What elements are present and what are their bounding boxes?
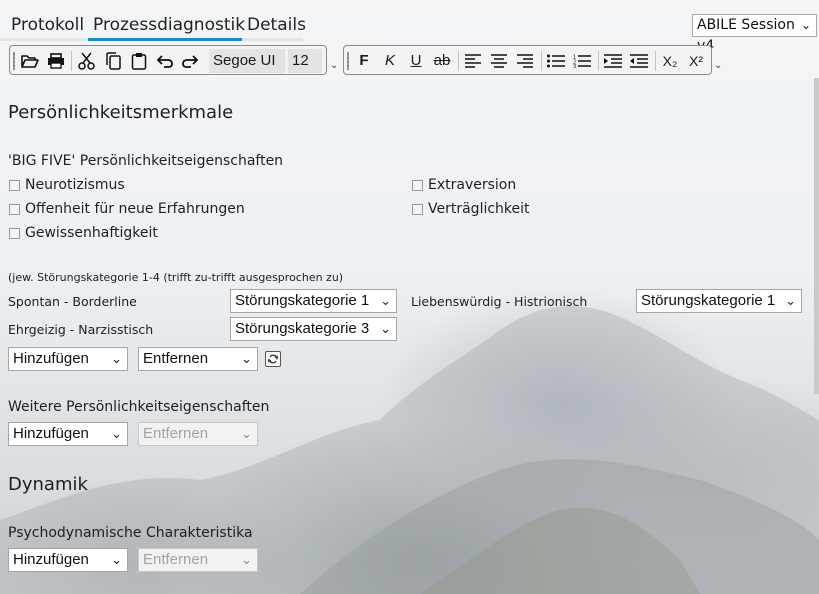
chevron-down-icon: ⌄	[241, 552, 252, 567]
checkbox-label: Gewissenhaftigkeit	[25, 225, 158, 241]
chevron-down-icon: ⌄	[111, 426, 122, 441]
bold-button[interactable]: F	[353, 50, 375, 72]
checkbox-vertraeglichkeit[interactable]	[412, 204, 423, 215]
select-value: Entfernen	[143, 551, 209, 568]
tab-underline-active	[88, 38, 242, 41]
chevron-down-icon: ⌄	[111, 552, 122, 567]
checkbox-label: Neurotizismus	[25, 177, 125, 193]
copy-icon[interactable]	[102, 50, 124, 72]
toolbar-separator	[458, 51, 459, 71]
big-five-label: 'BIG FIVE' Persönlichkeitseigenschaften	[8, 153, 284, 169]
tab-prozessdiagnostik[interactable]: Prozessdiagnostik	[93, 15, 245, 35]
toolbar-overflow-icon[interactable]: ⌄	[714, 60, 722, 71]
font-size-box[interactable]: 12	[288, 49, 322, 73]
font-family-box[interactable]: Segoe UI	[209, 49, 285, 73]
checkbox-extraversion[interactable]	[412, 180, 423, 191]
vertical-scrollbar[interactable]	[814, 78, 819, 394]
trait-label: Liebenswürdig - Histrionisch	[411, 294, 588, 309]
checkbox-offenheit[interactable]	[9, 204, 20, 215]
select-value: Störungskategorie 1	[235, 292, 370, 309]
add-trait-select[interactable]: Hinzufügen ⌄	[8, 347, 128, 371]
select-value: Entfernen	[143, 425, 209, 442]
tab-bar: Protokoll Prozessdiagnostik Details ABIL…	[0, 0, 819, 54]
svg-text:3: 3	[573, 64, 576, 68]
paste-icon[interactable]	[128, 50, 150, 72]
further-traits-label: Weitere Persönlichkeitseigenschaften	[8, 399, 270, 415]
align-center-icon[interactable]	[488, 50, 510, 72]
format-toolbar: F K U ab 123 X₂ X²	[343, 45, 712, 75]
toolbar-grip[interactable]	[13, 52, 15, 70]
refresh-icon[interactable]	[265, 351, 281, 367]
edit-toolbar: Segoe UI 12	[9, 45, 327, 75]
remove-psychodynamic-select: Entfernen ⌄	[138, 548, 258, 572]
chevron-down-icon: ⌄	[380, 321, 391, 336]
cut-icon[interactable]	[76, 50, 98, 72]
tab-details[interactable]: Details	[247, 15, 306, 35]
section-title-dynamics: Dynamik	[8, 474, 88, 495]
chevron-down-icon: ⌄	[785, 293, 796, 308]
checkbox-label: Extraversion	[428, 177, 517, 193]
chevron-down-icon: ⌄	[241, 351, 252, 366]
select-value: Entfernen	[143, 350, 209, 367]
print-icon[interactable]	[45, 50, 67, 72]
add-psychodynamic-select[interactable]: Hinzufügen ⌄	[8, 548, 128, 572]
subscript-button[interactable]: X₂	[659, 50, 681, 72]
checkbox-label: Verträglichkeit	[428, 201, 530, 217]
checkbox-gewissenhaftigkeit[interactable]	[9, 228, 20, 239]
psychodynamic-label: Psychodynamische Charakteristika	[8, 525, 253, 541]
align-right-icon[interactable]	[514, 50, 536, 72]
tab-underline-inactive	[242, 38, 303, 41]
chevron-down-icon: ⌄	[111, 351, 122, 366]
remove-further-trait-select: Entfernen ⌄	[138, 422, 258, 446]
toolbar-separator	[655, 51, 656, 71]
chevron-down-icon: ⌄	[380, 293, 391, 308]
indent-decrease-icon[interactable]	[628, 50, 650, 72]
add-further-trait-select[interactable]: Hinzufügen ⌄	[8, 422, 128, 446]
category-hint: (jew. Störungskategorie 1-4 (trifft zu-t…	[8, 271, 344, 284]
numbered-list-icon[interactable]: 123	[571, 50, 593, 72]
align-left-icon[interactable]	[462, 50, 484, 72]
underline-button[interactable]: U	[405, 50, 427, 72]
trait-label: Spontan - Borderline	[8, 294, 137, 309]
tab-protokoll[interactable]: Protokoll	[11, 15, 84, 35]
trait-category-select[interactable]: Störungskategorie 1 ⌄	[636, 289, 802, 313]
trait-category-select[interactable]: Störungskategorie 3 ⌄	[230, 317, 397, 341]
bullet-list-icon[interactable]	[545, 50, 567, 72]
toolbar-separator	[541, 51, 542, 71]
chevron-down-icon: ⌄	[241, 426, 252, 441]
toolbar-separator	[71, 51, 72, 71]
select-value: Hinzufügen	[13, 350, 89, 367]
remove-trait-select[interactable]: Entfernen ⌄	[138, 347, 258, 371]
strikethrough-button[interactable]: ab	[431, 50, 453, 72]
undo-icon[interactable]	[154, 50, 176, 72]
toolbar-overflow-icon[interactable]: ⌄	[330, 60, 338, 71]
checkbox-label: Offenheit für neue Erfahrungen	[25, 201, 245, 217]
select-value: Hinzufügen	[13, 551, 89, 568]
session-select[interactable]: ABILE Session v4 ⌄	[692, 14, 817, 54]
tab-underline-inactive	[0, 38, 88, 41]
toolbar-separator	[598, 51, 599, 71]
trait-category-select[interactable]: Störungskategorie 1 ⌄	[230, 289, 397, 313]
select-value: Störungskategorie 3	[235, 320, 370, 337]
superscript-button[interactable]: X²	[685, 50, 707, 72]
select-value: Störungskategorie 1	[641, 292, 776, 309]
italic-button[interactable]: K	[379, 50, 401, 72]
toolbar-grip[interactable]	[347, 52, 349, 70]
trait-label: Ehrgeizig - Narzisstisch	[8, 322, 154, 337]
chevron-down-icon: ⌄	[800, 18, 811, 32]
section-title-personality: Persönlichkeitsmerkmale	[8, 102, 234, 123]
select-value: Hinzufügen	[13, 425, 89, 442]
indent-increase-icon[interactable]	[602, 50, 624, 72]
checkbox-neurotizismus[interactable]	[9, 180, 20, 191]
redo-icon[interactable]	[179, 50, 201, 72]
open-folder-icon[interactable]	[19, 50, 41, 72]
